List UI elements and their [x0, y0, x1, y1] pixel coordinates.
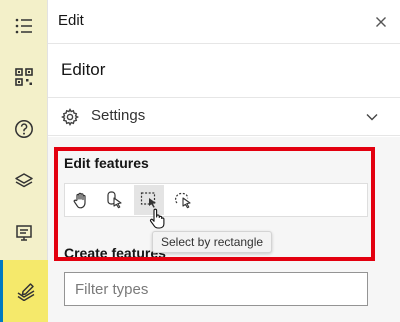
- help-icon: [15, 120, 33, 138]
- rail-layer-list-button[interactable]: [0, 2, 48, 50]
- tool-rail: [0, 0, 48, 322]
- rail-edit-button[interactable]: [0, 260, 48, 322]
- edit-panel: Edit Editor Settings Edit features Creat…: [48, 0, 400, 322]
- rail-presentation-button[interactable]: [0, 209, 48, 257]
- qr-grid-icon: [15, 68, 33, 86]
- settings-expander[interactable]: Settings: [48, 98, 400, 136]
- rail-qr-button[interactable]: [0, 53, 48, 101]
- pencil-layers-icon: [17, 283, 34, 301]
- panel-header: Edit: [48, 0, 400, 44]
- gear-icon: [61, 108, 80, 127]
- rail-layers-button[interactable]: [0, 157, 48, 205]
- presentation-icon: [16, 225, 32, 241]
- close-button[interactable]: [370, 11, 392, 33]
- highlight-box: [54, 147, 375, 261]
- settings-label: Settings: [91, 107, 146, 124]
- chevron-down-icon: [366, 114, 378, 121]
- editor-heading: Editor: [61, 60, 106, 79]
- rail-help-button[interactable]: [0, 105, 48, 153]
- panel-title: Edit: [58, 12, 84, 29]
- layers-icon: [15, 173, 33, 188]
- layer-list-icon: [15, 18, 32, 34]
- filter-types-input[interactable]: [64, 272, 368, 306]
- close-icon: [376, 17, 386, 27]
- editor-app: Edit Editor Settings Edit features Creat…: [0, 0, 400, 322]
